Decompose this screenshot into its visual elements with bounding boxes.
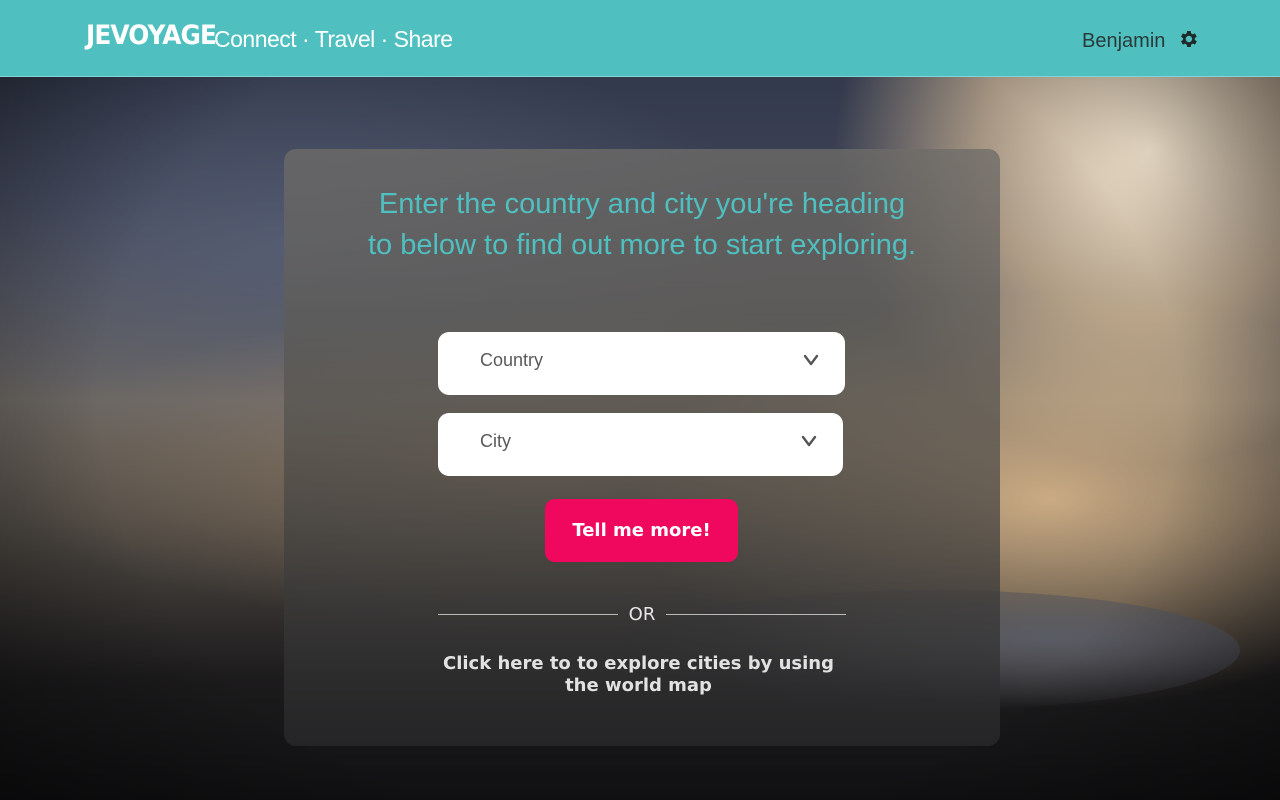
country-select-label: Country [480, 350, 544, 370]
headline: Enter the country and city you're headin… [367, 188, 917, 261]
top-bar: JEVOYAGE Connect · Travel · Share Benjam… [0, 0, 1280, 77]
city-select-label: City [480, 431, 511, 451]
chevron-down-icon [803, 354, 819, 366]
divider-right [666, 614, 846, 615]
divider-left [438, 614, 618, 615]
tagline: Connect · Travel · Share [214, 26, 453, 52]
city-select[interactable]: City [438, 413, 843, 476]
divider-or-text: OR [628, 604, 656, 625]
country-select[interactable]: Country [438, 332, 845, 395]
tell-me-more-button[interactable]: Tell me more! [545, 499, 738, 562]
gear-icon[interactable] [1177, 28, 1199, 50]
chevron-down-icon [801, 435, 817, 447]
user-name[interactable]: Benjamin [1082, 30, 1165, 53]
brand-logo[interactable]: JEVOYAGE [86, 20, 217, 51]
world-map-link[interactable]: Click here to to explore cities by using… [440, 653, 837, 697]
